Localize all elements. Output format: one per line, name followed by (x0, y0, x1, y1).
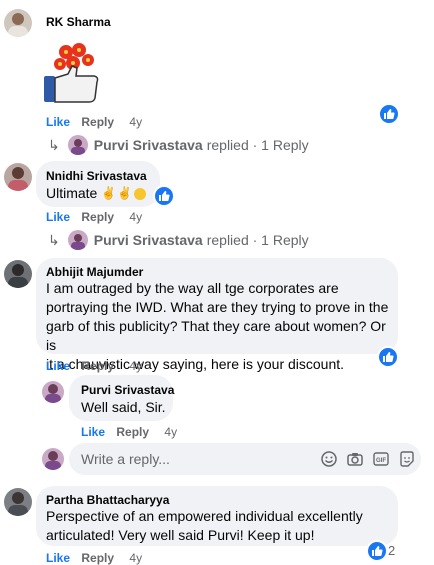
comment-line: I am outraged by the way all tge corpora… (46, 280, 339, 296)
comment-actions: Like Reply 4y (46, 115, 142, 129)
thumbs-up-icon (384, 109, 395, 119)
reaction-count[interactable]: 2 (388, 543, 395, 558)
camera-icon[interactable] (347, 451, 363, 467)
timestamp[interactable]: 4y (164, 425, 177, 439)
timestamp[interactable]: 4y (129, 359, 142, 373)
thumbs-up-icon (383, 352, 394, 362)
replied-suffix: replied · 1 Reply (206, 137, 309, 153)
current-user-avatar[interactable] (42, 448, 64, 470)
comment-line: portraying the IWD. What are they trying… (46, 299, 389, 315)
replied-suffix: replied · 1 Reply (206, 232, 309, 248)
like-button[interactable]: Like (81, 425, 105, 439)
reply-arrow-icon: ↳ (48, 136, 60, 153)
comment-author[interactable]: Purvi Srivastava (81, 383, 174, 397)
victory-hand-emoji: ✌ (101, 186, 117, 200)
like-button[interactable]: Like (46, 551, 70, 565)
like-reaction-badge[interactable] (378, 103, 400, 125)
avatar[interactable] (4, 9, 32, 37)
reply-arrow-icon: ↳ (48, 231, 60, 248)
like-reaction-badge[interactable] (377, 346, 399, 368)
comment-line: Perspective of an empowered individual e… (46, 508, 363, 524)
comment-text: Well said, Sir. (81, 399, 166, 415)
comment-text: Ultimate ✌ ✌ (46, 184, 147, 203)
comment-line: articulated! Very well said Purvi! Keep … (46, 527, 315, 543)
svg-text:GIF: GIF (376, 458, 386, 464)
comment-author[interactable]: RK Sharma (46, 15, 111, 29)
replied-name[interactable]: Purvi Srivastava (94, 137, 203, 153)
thumbs-up-icon (372, 546, 383, 556)
victory-hand-emoji: ✌ (117, 186, 133, 200)
comment-author[interactable]: Abhijit Majumder (46, 265, 143, 279)
avatar[interactable] (4, 163, 32, 191)
replied-name[interactable]: Purvi Srivastava (94, 232, 203, 248)
like-reaction-badge[interactable] (153, 185, 175, 207)
reply-box: GIF (69, 443, 421, 475)
comment-actions: Like Reply 4y (46, 359, 142, 373)
reply-input[interactable] (81, 450, 301, 468)
avatar (67, 230, 88, 250)
timestamp[interactable]: 4y (129, 210, 142, 224)
comment-actions: Like Reply 4y (81, 425, 177, 439)
comment-author[interactable]: Partha Bhattacharyya (46, 493, 169, 507)
thumbs-up-icon (159, 191, 170, 201)
reply-button[interactable]: Reply (81, 210, 114, 224)
timestamp[interactable]: 4y (129, 551, 142, 565)
comment-line: garb of this publicity? That they care a… (46, 318, 386, 353)
gif-icon[interactable]: GIF (373, 451, 389, 467)
like-reaction-badge[interactable] (366, 540, 388, 562)
reply-button[interactable]: Reply (81, 115, 114, 129)
like-button[interactable]: Like (46, 115, 70, 129)
replied-row[interactable]: ↳ Purvi Srivastava replied · 1 Reply (48, 230, 309, 250)
avatar[interactable] (4, 260, 32, 288)
avatar[interactable] (4, 488, 32, 516)
like-button[interactable]: Like (46, 359, 70, 373)
smiley-emoji (134, 187, 147, 200)
comment-author[interactable]: Nnidhi Srivastava (46, 169, 147, 183)
reply-button[interactable]: Reply (81, 551, 114, 565)
comment-actions: Like Reply 4y (46, 210, 142, 224)
comment-actions: Like Reply 4y (46, 551, 142, 565)
timestamp[interactable]: 4y (129, 115, 142, 129)
emoji-icon[interactable] (321, 451, 337, 467)
avatar[interactable] (42, 381, 64, 403)
reply-button[interactable]: Reply (81, 359, 114, 373)
thumbs-up-flowers-sticker (42, 38, 104, 106)
avatar (67, 135, 88, 155)
like-button[interactable]: Like (46, 210, 70, 224)
reply-button[interactable]: Reply (116, 425, 149, 439)
sticker-icon[interactable] (399, 451, 415, 467)
comment-text-content: Ultimate (46, 185, 98, 201)
replied-row[interactable]: ↳ Purvi Srivastava replied · 1 Reply (48, 135, 309, 155)
comment-text: Perspective of an empowered individual e… (46, 507, 391, 545)
